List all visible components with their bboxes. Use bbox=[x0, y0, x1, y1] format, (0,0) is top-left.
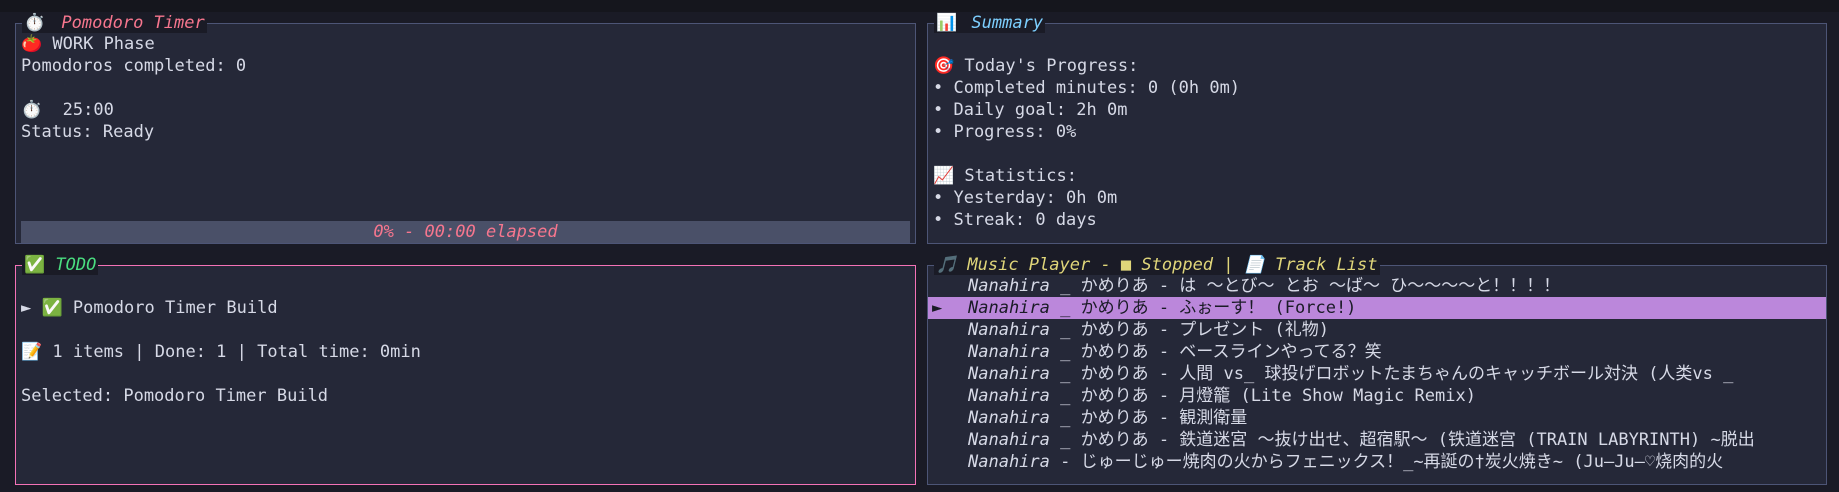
track-artist: Nanahira bbox=[968, 452, 1050, 472]
track-title: _ かめりあ - 観測衛量 bbox=[1049, 408, 1248, 428]
daily-goal: • Daily goal: 2h 0m bbox=[933, 100, 1128, 120]
statistics-header: 📈 Statistics: bbox=[933, 166, 1077, 186]
bar-chart-icon: 📊 bbox=[936, 13, 958, 33]
track-row[interactable]: Nanahira _ かめりあ - 人間 vs_ 球投げロボットたまちゃんのキャ… bbox=[928, 363, 1826, 385]
progress-label: 0% - 00:00 elapsed bbox=[373, 222, 558, 242]
app-window: ⏱️ Pomodoro Timer 🍅 WORK Phase Pomodoros… bbox=[0, 0, 1839, 492]
track-artist: Nanahira bbox=[968, 408, 1050, 428]
track-artist: Nanahira bbox=[968, 298, 1050, 318]
check-icon: ✅ bbox=[24, 255, 46, 275]
top-strip bbox=[0, 0, 1839, 12]
track-title: _ かめりあ - 月燈籠 (Lite Show Magic Remix) bbox=[1049, 386, 1476, 406]
pomodoro-title-text: Pomodoro Timer bbox=[61, 13, 205, 33]
todo-title-text: TODO bbox=[55, 255, 97, 275]
track-row-selected[interactable]: ► Nanahira _ かめりあ - ふぉーす！ (Force!) bbox=[928, 297, 1826, 319]
streak-stat: • Streak: 0 days bbox=[933, 210, 1097, 230]
timer-display: ⏱️ 25:00 bbox=[21, 100, 114, 120]
summary-panel-title: 📊 Summary bbox=[934, 13, 1046, 33]
pomodoros-completed: Pomodoros completed: 0 bbox=[21, 56, 247, 76]
track-row[interactable]: Nanahira _ かめりあ - ベースラインやってる？笑 bbox=[928, 341, 1826, 363]
todo-item[interactable]: ► ✅ Pomodoro Timer Build bbox=[21, 297, 278, 319]
track-title: _ かめりあ - プレゼント (礼物) bbox=[1049, 320, 1330, 340]
track-row[interactable]: Nanahira _ かめりあ - は ～とび～ とお ～ば～ ひ～～～～と！！… bbox=[928, 275, 1826, 297]
phase-label: 🍅 WORK Phase bbox=[21, 34, 155, 54]
todo-selected: Selected: Pomodoro Timer Build bbox=[21, 386, 329, 406]
track-row[interactable]: Nanahira _ かめりあ - 観測衛量 bbox=[928, 407, 1826, 429]
todo-panel: ✅ TODO ► ✅ Pomodoro Timer Build 📝 1 item… bbox=[15, 255, 916, 485]
track-title: - じゅーじゅー焼肉の火からフェニックス！_~再誕の†炭火焼き~ (Ju—Ju—… bbox=[1049, 452, 1724, 472]
track-artist: Nanahira bbox=[968, 430, 1050, 450]
pomodoro-panel-title: ⏱️ Pomodoro Timer bbox=[22, 13, 207, 33]
track-artist: Nanahira bbox=[968, 386, 1050, 406]
todo-panel-title: ✅ TODO bbox=[22, 255, 99, 275]
yesterday-stat: • Yesterday: 0h 0m bbox=[933, 188, 1118, 208]
track-row[interactable]: Nanahira _ かめりあ - 鉄道迷宮 ～抜け出せ、超宿駅～ (铁道迷宫 … bbox=[928, 429, 1826, 451]
track-list[interactable]: Nanahira _ かめりあ - は ～とび～ とお ～ば～ ひ～～～～と！！… bbox=[928, 275, 1826, 475]
pomodoro-panel: ⏱️ Pomodoro Timer 🍅 WORK Phase Pomodoros… bbox=[15, 13, 916, 244]
track-artist: Nanahira bbox=[968, 364, 1050, 384]
timer-status: Status: Ready bbox=[21, 122, 155, 142]
pomodoro-progress-bar: 0% - 00:00 elapsed bbox=[21, 221, 910, 243]
todays-progress-header: 🎯 Today's Progress: bbox=[933, 56, 1139, 76]
track-title: _ かめりあ - 鉄道迷宮 ～抜け出せ、超宿駅～ (铁道迷宫 (TRAIN LA… bbox=[1049, 430, 1755, 450]
track-artist: Nanahira bbox=[968, 276, 1050, 296]
music-panel: 🎵 Music Player - ■ Stopped | 📄 Track Lis… bbox=[927, 255, 1827, 485]
music-title-text: 🎵 Music Player - ■ Stopped | 📄 Track Lis… bbox=[936, 255, 1378, 275]
track-row[interactable]: Nanahira _ かめりあ - プレゼント (礼物) bbox=[928, 319, 1826, 341]
progress-percent: • Progress: 0% bbox=[933, 122, 1077, 142]
track-row[interactable]: Nanahira _ かめりあ - 月燈籠 (Lite Show Magic R… bbox=[928, 385, 1826, 407]
track-row[interactable]: Nanahira - じゅーじゅー焼肉の火からフェニックス！_~再誕の†炭火焼き… bbox=[928, 451, 1826, 473]
track-title: _ かめりあ - は ～とび～ とお ～ば～ ひ～～～～と！！！！ bbox=[1049, 276, 1561, 296]
track-artist: Nanahira bbox=[968, 342, 1050, 362]
music-panel-title: 🎵 Music Player - ■ Stopped | 📄 Track Lis… bbox=[934, 255, 1380, 275]
track-title: _ かめりあ - ベースラインやってる？笑 bbox=[1049, 342, 1382, 362]
summary-panel: 📊 Summary 🎯 Today's Progress: • Complete… bbox=[927, 13, 1827, 244]
track-title: _ かめりあ - ふぉーす！ (Force!) bbox=[1049, 298, 1357, 318]
stopwatch-icon: ⏱️ bbox=[24, 13, 46, 33]
play-marker-icon: ► bbox=[932, 298, 943, 318]
todo-stats: 📝 1 items | Done: 1 | Total time: 0min bbox=[21, 342, 421, 362]
summary-title-text: Summary bbox=[971, 13, 1044, 33]
track-title: _ かめりあ - 人間 vs_ 球投げロボットたまちゃんのキャッチボール対決 (… bbox=[1049, 364, 1734, 384]
track-artist: Nanahira bbox=[968, 320, 1050, 340]
completed-minutes: • Completed minutes: 0 (0h 0m) bbox=[933, 78, 1241, 98]
